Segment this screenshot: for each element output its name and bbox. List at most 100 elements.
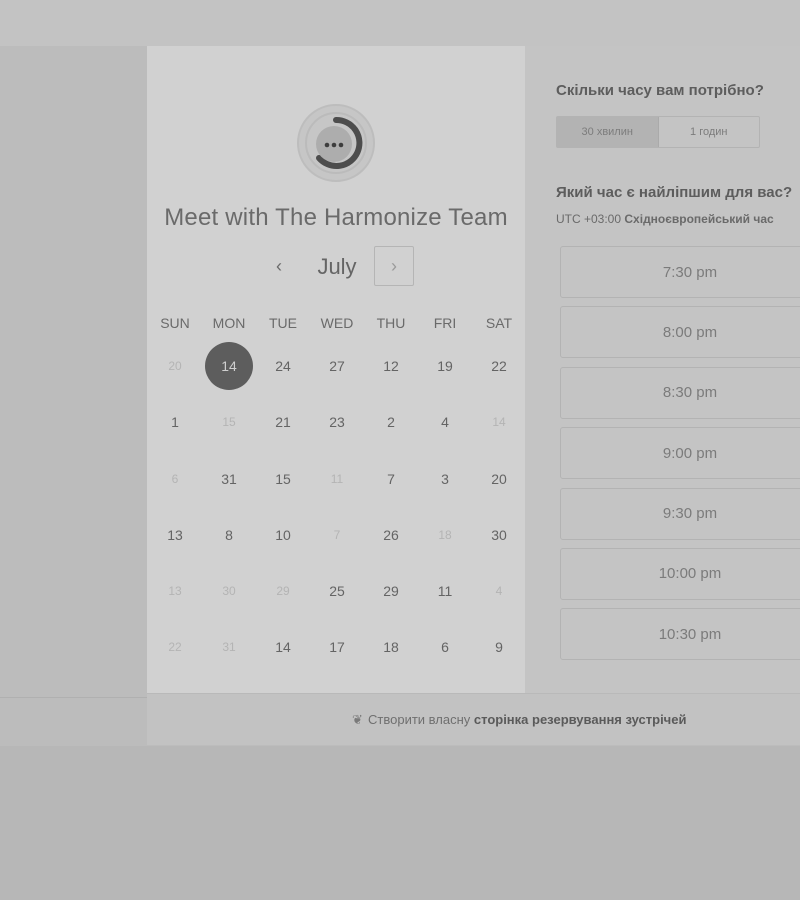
duration-option-1hour[interactable]: 1 годин: [659, 117, 760, 147]
timezone-label[interactable]: UTC +03:00 Східноєвропейський час: [556, 212, 774, 226]
calendar-day-number: 6: [171, 471, 179, 486]
calendar-day[interactable]: 23: [310, 394, 364, 450]
weekday-label: MON: [212, 315, 246, 331]
calendar-day[interactable]: 1: [148, 394, 202, 450]
calendar-day[interactable]: 3: [418, 451, 472, 507]
calendar-day: 11: [310, 451, 364, 507]
calendar-day[interactable]: 27: [310, 338, 364, 394]
calendar-week-row: 20 14 24 27 12 19 22: [147, 338, 526, 394]
calendar-day[interactable]: 7: [364, 451, 418, 507]
calendar-week-row: 13 30 29 25 29 11 4: [147, 563, 526, 619]
time-slot-label: 9:00 pm: [662, 444, 718, 462]
calendar-day[interactable]: 24: [256, 338, 310, 394]
time-slot-button[interactable]: 9:00 pm: [560, 427, 800, 480]
calendar-day[interactable]: 26: [364, 507, 418, 563]
calendar-day-number: 18: [438, 527, 452, 542]
calendar-day-number: 11: [330, 471, 344, 486]
calendar-day: 13: [148, 563, 202, 619]
weekday-label: TUE: [269, 315, 297, 331]
calendar-day-number: 13: [168, 584, 182, 599]
calendar-day-number: 1: [171, 414, 179, 431]
calendar-day[interactable]: 29: [364, 563, 418, 619]
weekday-label: FRI: [433, 315, 457, 331]
time-heading: Який час є найліпшим для вас?: [556, 184, 793, 201]
calendar-day-number: 27: [329, 358, 345, 374]
calendar-day[interactable]: 11: [418, 563, 472, 619]
calendar-day-selected[interactable]: 14: [202, 338, 256, 394]
create-booking-page-link[interactable]: ❦ Створити власну сторінка резервування з…: [352, 712, 686, 728]
calendar-day[interactable]: 2: [364, 394, 418, 450]
footer-text-bold: сторінка резервування зустрічей: [473, 712, 687, 727]
prev-month-button[interactable]: ‹: [265, 252, 293, 280]
time-slot-label: 10:00 pm: [658, 565, 722, 583]
time-slot-button[interactable]: 8:30 pm: [560, 366, 800, 419]
calendar-day-number: 4: [495, 584, 503, 599]
calendar-day[interactable]: 4: [418, 394, 472, 450]
month-navigation: ‹ July ›: [147, 246, 525, 288]
calendar-day-number: 31: [222, 640, 236, 655]
calendar-day: 18: [418, 507, 472, 563]
duration-option-30min[interactable]: 30 хвилин: [557, 117, 659, 147]
time-slot-button[interactable]: 9:30 pm: [560, 487, 800, 540]
calendar-day-number: 15: [222, 415, 236, 430]
calendar-day-number: 30: [222, 584, 236, 599]
time-slot-list: 7:30 pm 8:00 pm 8:30 pm 9:00 pm 9:30 pm 10:00…: [560, 246, 800, 669]
calendar-week-row: 13 8 10 7 26 18 30: [147, 507, 526, 563]
calendar-day[interactable]: 21: [256, 394, 310, 450]
calendar-day[interactable]: 31: [202, 451, 256, 507]
calendar-day-number: 29: [276, 584, 290, 599]
calendar-day[interactable]: 25: [310, 563, 364, 619]
calendar-day-number: 11: [437, 583, 453, 600]
next-month-button[interactable]: ›: [374, 246, 414, 286]
calendar-day[interactable]: 18: [364, 619, 418, 675]
calendar-day-number: 20: [168, 359, 182, 373]
calendar-day: 15: [202, 394, 256, 450]
calendar-day[interactable]: 19: [418, 338, 472, 394]
time-slot-button[interactable]: 10:30 pm: [560, 608, 800, 661]
calendar-day-number: 4: [441, 414, 449, 431]
calendar-day-number: 17: [329, 639, 345, 656]
calendar-day: 7: [310, 507, 364, 563]
footer: ❦ Створити власну сторінка резервування з…: [147, 693, 800, 745]
calendar-weeks: 20 14 24 27 12 19 22 1 15 21 23 2 4 14 6 31 15 11 7 3 20 13 8 1…: [147, 338, 525, 676]
calendar-day[interactable]: 22: [472, 338, 526, 394]
calendar-day-number: 15: [275, 470, 291, 487]
time-slot-label: 10:30 pm: [658, 625, 722, 643]
calendar-day[interactable]: 12: [364, 338, 418, 394]
chat-bubble-icon: [297, 104, 375, 182]
calendar-day-number: 9: [495, 639, 503, 656]
calendar-day[interactable]: 15: [256, 451, 310, 507]
calendar-day[interactable]: 6: [418, 619, 472, 675]
weekday-header: SUN MON TUE WED THU FRI SAT: [147, 308, 526, 338]
weekday-label: SUN: [160, 315, 190, 331]
calendar-day[interactable]: 13: [148, 507, 202, 563]
weekday-label: SAT: [485, 315, 513, 331]
calendar-day[interactable]: 8: [202, 507, 256, 563]
time-slot-label: 9:30 pm: [662, 505, 718, 523]
calendar-day-number: 13: [167, 526, 183, 543]
calendar-day: 29: [256, 563, 310, 619]
calendar-day[interactable]: 14: [256, 619, 310, 675]
calendar-day-number: 31: [221, 470, 237, 487]
calendar-day-number: 19: [437, 358, 453, 374]
calendar-day[interactable]: 9: [472, 619, 526, 675]
month-label: July: [317, 254, 357, 279]
calendar-day[interactable]: 17: [310, 619, 364, 675]
calendar-day[interactable]: 20: [472, 451, 526, 507]
time-selection-panel: Скільки часу вам потрібно? 30 хвилин 1 г…: [525, 46, 800, 693]
calendar-day[interactable]: 10: [256, 507, 310, 563]
calendar-week-row: 6 31 15 11 7 3 20: [147, 451, 526, 507]
weekday-label: THU: [376, 315, 406, 331]
booking-widget: Meet with The Harmonize Team ‹ July › SU…: [147, 46, 800, 745]
calendar-day-number: 18: [383, 639, 399, 656]
duration-heading: Скільки часу вам потрібно?: [556, 82, 764, 99]
calendar-day-number: 22: [491, 358, 507, 374]
time-slot-button[interactable]: 10:00 pm: [560, 547, 800, 600]
calendar-day-number: 30: [491, 526, 507, 543]
calendar-day: 30: [202, 563, 256, 619]
time-slot-label: 7:30 pm: [662, 263, 718, 281]
time-slot-button[interactable]: 7:30 pm: [560, 246, 800, 298]
calendar-day[interactable]: 30: [472, 507, 526, 563]
time-slot-button[interactable]: 8:00 pm: [560, 306, 800, 359]
top-band: [0, 0, 800, 47]
